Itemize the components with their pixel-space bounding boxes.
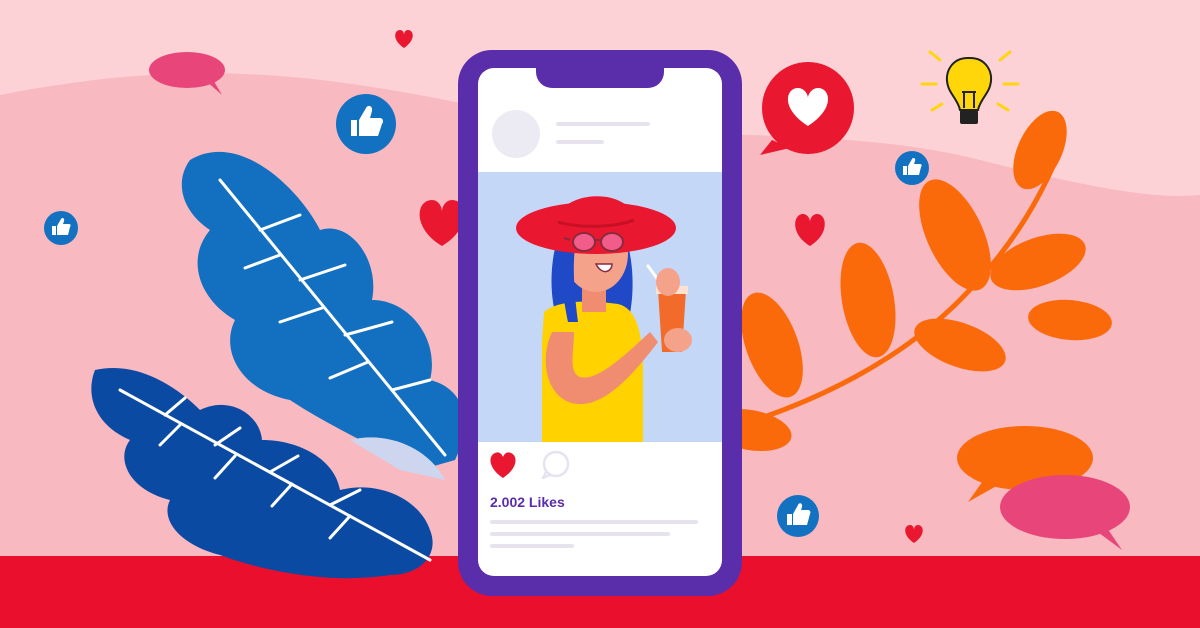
subtitle-placeholder [556,140,604,144]
thumbs-up-icon [336,94,396,154]
caption-placeholder [490,544,574,548]
phone-notch [536,50,664,88]
caption-placeholder [490,520,698,524]
comment-button[interactable] [540,450,572,480]
comment-bubble-icon [541,450,570,480]
thumbs-up-icon [895,151,929,185]
likes-count: 2.002 Likes [490,494,565,510]
thumbs-up-icon [777,495,819,537]
thumbs-up-icon [44,211,78,245]
like-button[interactable] [486,450,520,480]
post-image[interactable] [478,172,722,442]
woman-illustration [516,196,692,442]
username-placeholder [556,122,650,126]
avatar[interactable] [492,110,540,158]
caption-placeholder [490,532,670,536]
heart-icon [490,452,516,478]
